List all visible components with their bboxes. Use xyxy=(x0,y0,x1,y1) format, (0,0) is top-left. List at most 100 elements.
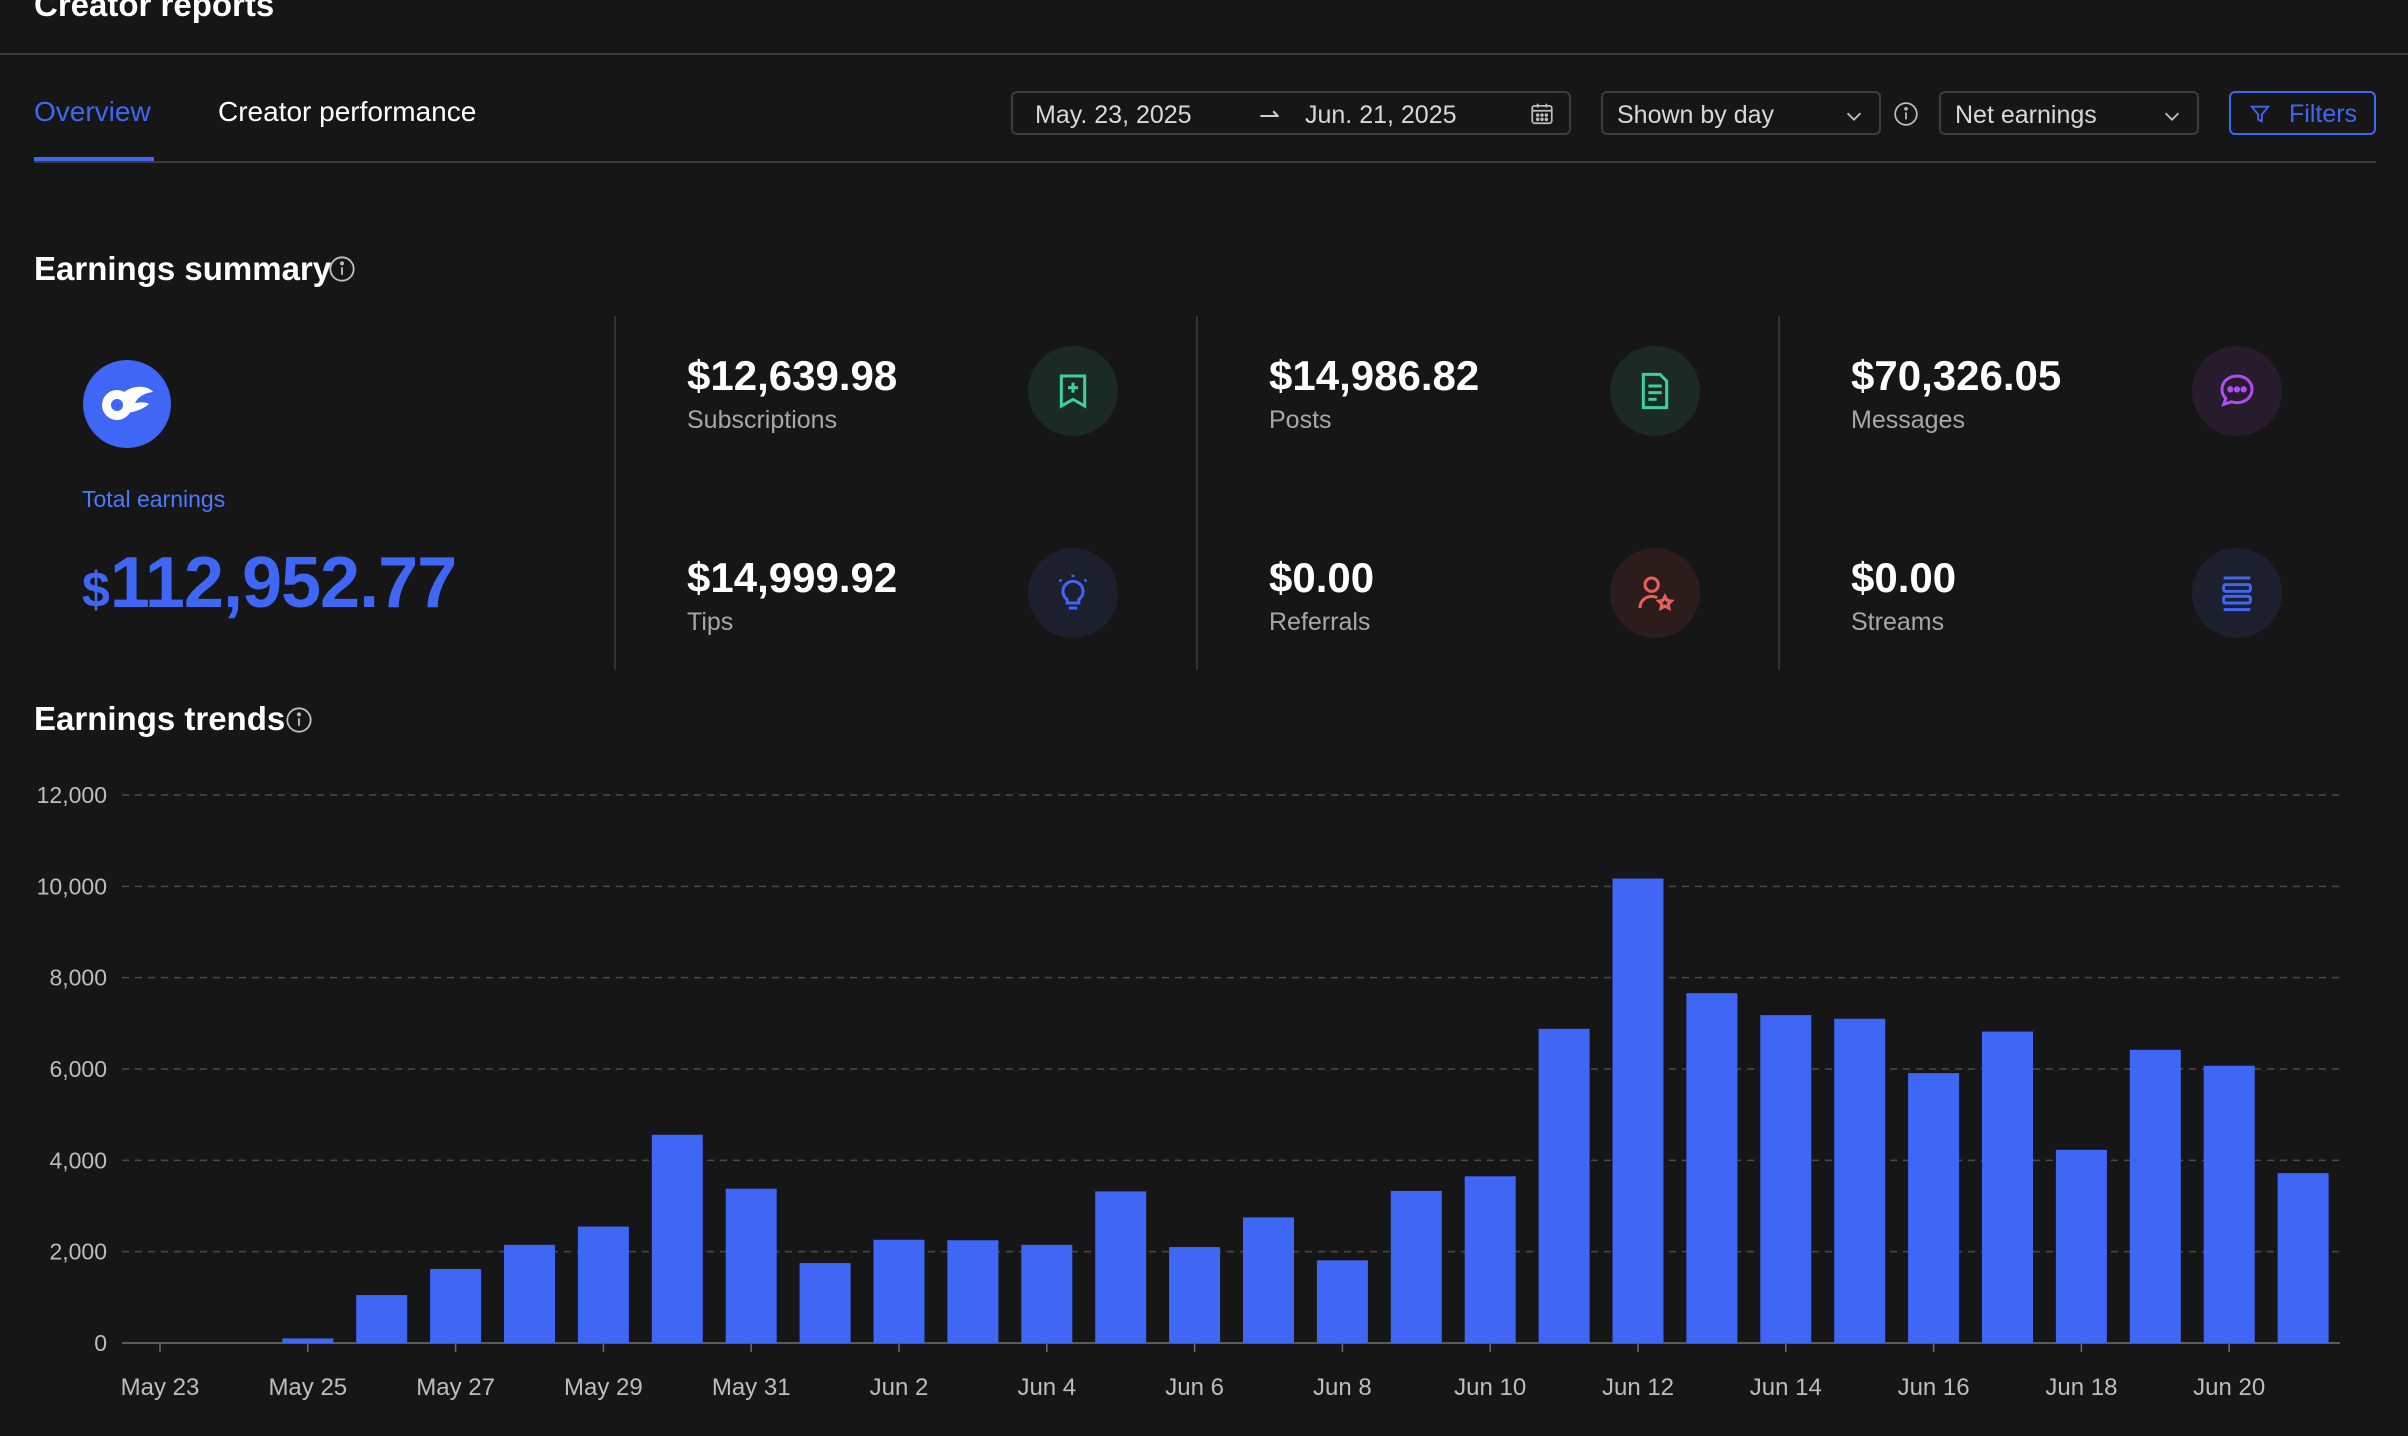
total-earnings-amount: 112,952.77 xyxy=(109,543,457,623)
y-tick-label: 0 xyxy=(94,1330,107,1356)
x-tick-label: Jun 16 xyxy=(1898,1374,1970,1401)
metric-select[interactable]: Net earnings xyxy=(1939,91,2199,135)
y-tick-label: 12,000 xyxy=(37,782,107,808)
tabs-divider xyxy=(34,161,2376,163)
chart-bar xyxy=(1464,1176,1516,1343)
x-tick-label: May 23 xyxy=(121,1374,200,1401)
column-divider xyxy=(614,316,616,670)
y-tick-label: 8,000 xyxy=(49,965,107,991)
tab-creator-performance[interactable]: Creator performance xyxy=(218,96,476,128)
chevron-down-icon xyxy=(1846,112,1862,121)
total-earnings-value: $112,952.77 xyxy=(82,542,457,624)
chart-bar xyxy=(947,1240,999,1343)
filters-button[interactable]: Filters xyxy=(2229,91,2376,135)
chart-bar xyxy=(577,1226,629,1343)
x-tick-label: May 29 xyxy=(564,1374,643,1401)
y-tick-label: 2,000 xyxy=(49,1239,107,1265)
referrals-value: $0.00 xyxy=(1269,554,1375,601)
y-tick-label: 4,000 xyxy=(49,1147,107,1173)
brand-logo xyxy=(83,360,171,448)
subscriptions-value: $12,639.98 xyxy=(687,352,898,399)
chart-bar xyxy=(356,1295,408,1343)
chart-bar xyxy=(1834,1018,1886,1343)
earnings-summary-title: Earnings summary xyxy=(34,250,331,288)
tab-overview[interactable]: Overview xyxy=(34,96,151,128)
messages-value: $70,326.05 xyxy=(1851,352,2062,399)
messages-label: Messages xyxy=(1851,406,1965,434)
earnings-trends-title: Earnings trends xyxy=(34,700,286,737)
metric-value: Net earnings xyxy=(1955,101,2097,129)
subscriptions-label: Subscriptions xyxy=(687,406,838,434)
x-tick-label: Jun 8 xyxy=(1313,1374,1372,1401)
earnings-trends-chart: 0 2,000 4,000 6,000 8,000 10,000 12,000 May 23 M… xyxy=(37,782,2340,1401)
arrow-right-icon: ⇀ xyxy=(1259,102,1280,130)
column-divider xyxy=(1196,316,1198,670)
info-icon[interactable] xyxy=(285,706,313,734)
x-tick-label: Jun 20 xyxy=(2193,1374,2265,1401)
currency-symbol: $ xyxy=(82,562,110,618)
chart-bar xyxy=(725,1188,777,1343)
tips-value: $14,999.92 xyxy=(687,554,898,601)
chart-bar xyxy=(2277,1173,2329,1343)
y-tick-label: 6,000 xyxy=(49,1056,107,1082)
date-end[interactable]: Jun. 21, 2025 xyxy=(1305,101,1457,130)
streams-value: $0.00 xyxy=(1851,554,1957,601)
date-start[interactable]: May. 23, 2025 xyxy=(1035,101,1192,130)
chart-bar xyxy=(504,1244,555,1343)
date-range-picker[interactable]: May. 23, 2025 ⇀ Jun. 21, 2025 xyxy=(1011,91,1571,135)
chart-bar xyxy=(1169,1247,1221,1343)
chart-bar xyxy=(1760,1015,1812,1343)
chart-bar xyxy=(1686,993,1738,1343)
x-tick-label: May 27 xyxy=(416,1374,495,1401)
x-tick-label: Jun 18 xyxy=(2045,1374,2117,1401)
posts-value: $14,986.82 xyxy=(1269,352,1480,399)
earnings-summary-heading: Earnings summary xyxy=(34,250,332,287)
header-divider xyxy=(0,53,2408,55)
chart-bar xyxy=(2055,1149,2107,1343)
streams-label: Streams xyxy=(1851,608,1945,636)
chart-bar xyxy=(430,1269,482,1343)
x-tick-label: Jun 2 xyxy=(870,1374,929,1401)
chart-bar xyxy=(1612,878,1664,1343)
chart-bar xyxy=(282,1338,334,1343)
brand-logo-icon xyxy=(102,386,153,420)
tips-label: Tips xyxy=(687,608,734,636)
shown-by-value: Shown by day xyxy=(1617,101,1775,129)
chart-bar xyxy=(2129,1049,2181,1343)
page-title: Creator reports xyxy=(34,0,275,23)
add-bookmark-icon xyxy=(1028,346,1118,436)
lightbulb-icon xyxy=(1028,548,1118,638)
filter-icon xyxy=(2249,105,2271,123)
chart-bar xyxy=(2203,1065,2255,1343)
chart-bar xyxy=(1243,1217,1294,1343)
y-tick-label: 10,000 xyxy=(37,873,107,899)
chart-bar xyxy=(1982,1031,2033,1343)
chart-bar xyxy=(799,1263,851,1343)
posts-label: Posts xyxy=(1269,406,1332,434)
x-tick-label: Jun 4 xyxy=(1017,1374,1076,1401)
user-star-icon xyxy=(1610,548,1700,638)
calendar-icon[interactable] xyxy=(1529,101,1555,127)
chart-bar xyxy=(1095,1191,1147,1343)
chart-bar xyxy=(1316,1260,1368,1343)
stream-icon xyxy=(2192,548,2282,638)
x-tick-label: Jun 14 xyxy=(1750,1374,1822,1401)
total-earnings-label: Total earnings xyxy=(82,486,226,512)
chat-bubble-icon xyxy=(2192,346,2282,436)
chart-bar xyxy=(1390,1190,1442,1343)
chart-bar xyxy=(1908,1073,1960,1343)
chart-bar xyxy=(873,1239,925,1343)
shown-by-select[interactable]: Shown by day xyxy=(1601,91,1881,135)
x-tick-label: Jun 6 xyxy=(1165,1374,1224,1401)
x-tick-label: May 31 xyxy=(712,1374,791,1401)
chart-bar xyxy=(1538,1028,1590,1343)
chevron-down-icon xyxy=(2164,112,2180,121)
filters-label: Filters xyxy=(2289,100,2358,128)
info-icon[interactable] xyxy=(1893,101,1919,127)
chart-bar xyxy=(651,1134,703,1343)
chart-bar xyxy=(1021,1244,1073,1343)
column-divider xyxy=(1778,316,1780,670)
info-icon[interactable] xyxy=(328,255,356,283)
x-tick-label: May 25 xyxy=(268,1374,347,1401)
x-tick-label: Jun 10 xyxy=(1454,1374,1526,1401)
